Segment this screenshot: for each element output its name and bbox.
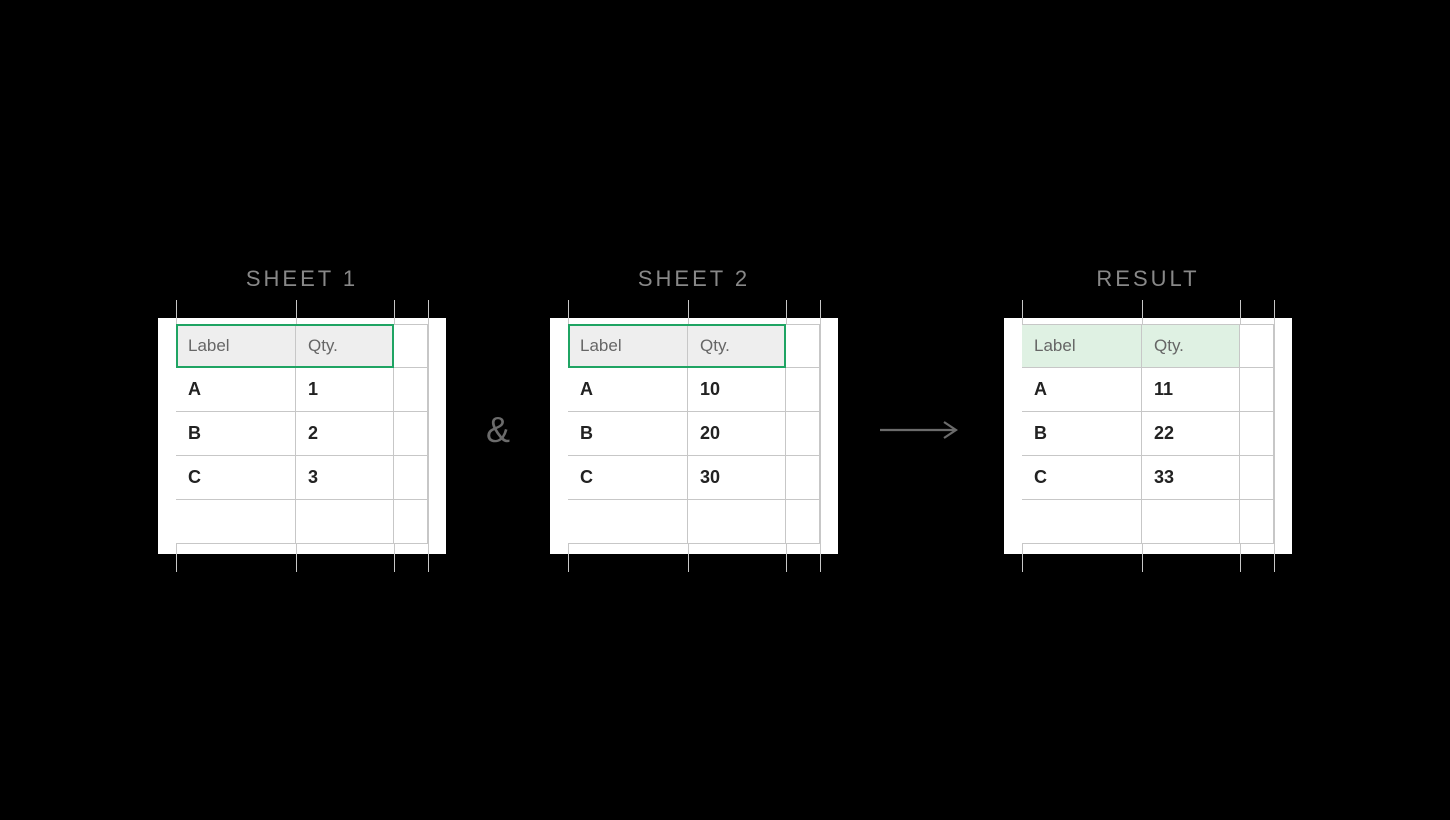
result-column: RESULT Label Qty. A 11 B 22	[1004, 266, 1292, 554]
result-title: RESULT	[1096, 266, 1199, 292]
result-grid: Label Qty. A 11 B 22 C 33	[1022, 324, 1274, 544]
empty-row	[1022, 500, 1274, 544]
sheet1-column: SHEET 1 Label Qty. A 1 B 2	[158, 266, 446, 554]
table-row: C 30	[568, 456, 820, 500]
table-row: B 22	[1022, 412, 1274, 456]
ampersand-icon: &	[486, 369, 510, 451]
table-row: A 11	[1022, 368, 1274, 412]
sheet2-header-qty: Qty.	[688, 325, 786, 367]
cell-qty: 3	[296, 456, 394, 499]
sheet1-title: SHEET 1	[246, 266, 358, 292]
cell-qty: 30	[688, 456, 786, 499]
cell-label: B	[1022, 412, 1142, 455]
cell-label: A	[1022, 368, 1142, 411]
result-header-label: Label	[1022, 325, 1142, 367]
cell-label: A	[176, 368, 296, 411]
cell-label: A	[568, 368, 688, 411]
sheet1-header-label: Label	[176, 325, 296, 367]
sheet2-column: SHEET 2 Label Qty. A 10 B 20	[550, 266, 838, 554]
cell-label: C	[568, 456, 688, 499]
cell-qty: 20	[688, 412, 786, 455]
sheet2: Label Qty. A 10 B 20 C 30	[550, 318, 838, 554]
result-header-qty: Qty.	[1142, 325, 1240, 367]
empty-row	[176, 500, 428, 544]
cell-qty: 2	[296, 412, 394, 455]
cell-label: C	[1022, 456, 1142, 499]
table-row: B 20	[568, 412, 820, 456]
sheet1-header-qty: Qty.	[296, 325, 394, 367]
cell-label: C	[176, 456, 296, 499]
sheet1-header-row: Label Qty.	[176, 324, 428, 368]
sheet2-grid: Label Qty. A 10 B 20 C 30	[568, 324, 820, 544]
cell-qty: 1	[296, 368, 394, 411]
table-row: A 1	[176, 368, 428, 412]
cell-qty: 33	[1142, 456, 1240, 499]
empty-row	[568, 500, 820, 544]
diagram-stage: SHEET 1 Label Qty. A 1 B 2	[158, 266, 1292, 554]
sheet1: Label Qty. A 1 B 2 C 3	[158, 318, 446, 554]
cell-qty: 22	[1142, 412, 1240, 455]
sheet2-header-label: Label	[568, 325, 688, 367]
table-row: C 33	[1022, 456, 1274, 500]
cell-qty: 10	[688, 368, 786, 411]
sheet1-grid: Label Qty. A 1 B 2 C 3	[176, 324, 428, 544]
cell-qty: 11	[1142, 368, 1240, 411]
arrow-icon	[878, 378, 964, 442]
table-row: A 10	[568, 368, 820, 412]
result-header-row: Label Qty.	[1022, 324, 1274, 368]
sheet2-header-row: Label Qty.	[568, 324, 820, 368]
table-row: C 3	[176, 456, 428, 500]
table-row: B 2	[176, 412, 428, 456]
sheet2-title: SHEET 2	[638, 266, 750, 292]
cell-label: B	[176, 412, 296, 455]
cell-label: B	[568, 412, 688, 455]
result-sheet: Label Qty. A 11 B 22 C 33	[1004, 318, 1292, 554]
